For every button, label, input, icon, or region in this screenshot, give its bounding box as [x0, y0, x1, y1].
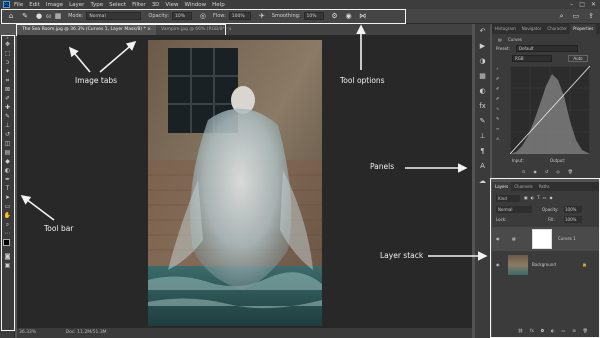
arrow-image-tabs-1 [68, 46, 91, 73]
annotation-arrows [20, 24, 488, 261]
annotation-tool-options: Tool options [340, 76, 385, 85]
annotation-panels: Panels [370, 162, 395, 171]
annotation-layer-stack: Layer stack [380, 251, 424, 260]
annotation-tool-bar: Tool bar [44, 224, 74, 233]
arrow-tool-bar [20, 195, 55, 221]
arrow-image-tabs-2 [99, 40, 137, 73]
annotation-image-tabs: Image tabs [75, 76, 118, 85]
